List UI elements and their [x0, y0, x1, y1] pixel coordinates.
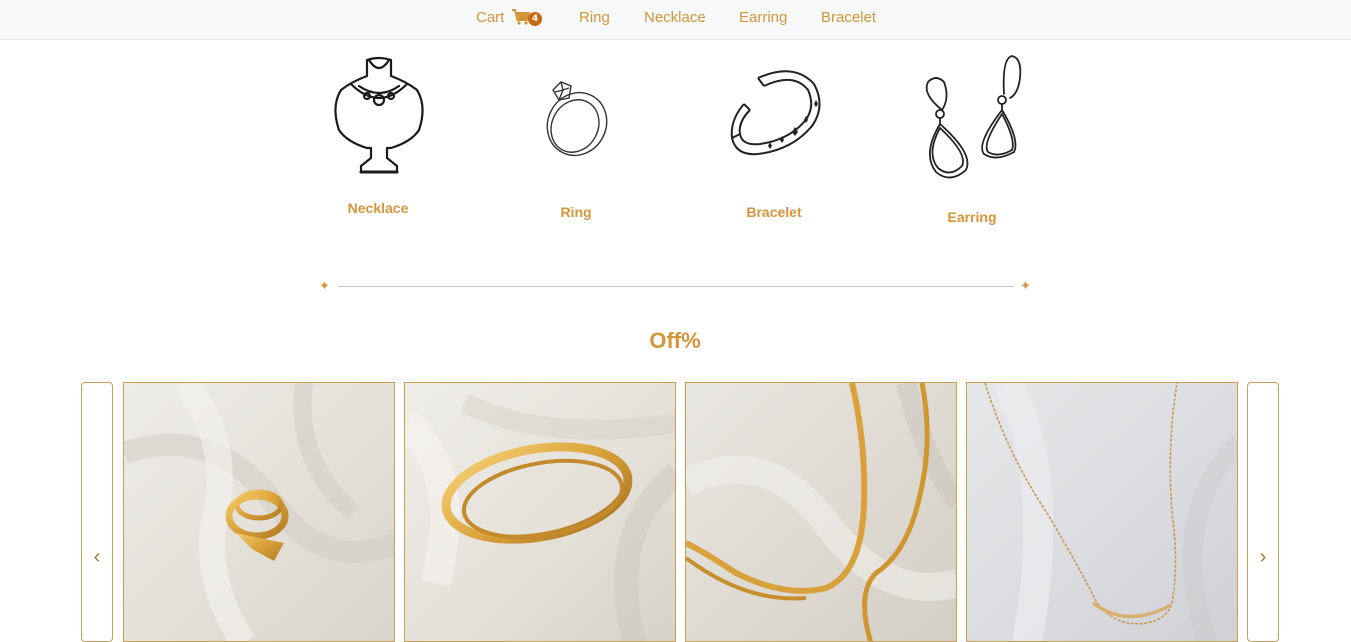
category-necklace-label[interactable]: Necklace — [308, 200, 448, 216]
category-necklace[interactable] — [329, 56, 429, 178]
product-card[interactable] — [685, 382, 957, 642]
carousel-prev-button[interactable]: ‹ — [81, 382, 113, 642]
category-bracelet[interactable] — [728, 66, 824, 160]
discount-section-title: Off% — [649, 328, 701, 353]
ring-icon — [546, 81, 608, 157]
bracelet-icon — [730, 70, 821, 156]
section-divider — [338, 286, 1014, 287]
product-card[interactable] — [966, 382, 1238, 642]
nav-ring-link[interactable]: Ring — [579, 9, 610, 26]
carousel-next-button[interactable]: › — [1247, 382, 1279, 642]
nav-cart-link[interactable]: Cart 4 — [476, 9, 542, 26]
top-navbar: Cart 4 Ring Necklace Earring Bracelet — [0, 0, 1351, 40]
category-earring-label[interactable]: Earring — [902, 209, 1042, 225]
product-card[interactable] — [404, 382, 676, 642]
divider-star-right: ✦ — [1020, 278, 1031, 293]
gold-fine-chain-necklace-photo — [967, 383, 1237, 641]
earrings-icon — [925, 55, 1022, 179]
chevron-left-icon: ‹ — [93, 546, 101, 568]
chevron-right-icon: › — [1259, 546, 1267, 568]
cart-count-badge: 4 — [528, 12, 542, 26]
nav-necklace-link[interactable]: Necklace — [644, 9, 706, 26]
divider-star-left: ✦ — [319, 278, 330, 293]
category-ring[interactable] — [537, 78, 613, 160]
gold-cuff-bracelet-photo — [405, 383, 675, 641]
gold-snake-chain-necklace-photo — [686, 383, 956, 641]
nav-earring-link[interactable]: Earring — [739, 9, 787, 26]
category-earring[interactable] — [920, 54, 1024, 182]
category-bracelet-label[interactable]: Bracelet — [704, 204, 844, 220]
nav-cart-label: Cart — [476, 9, 505, 26]
gold-ring-photo — [124, 383, 394, 641]
product-card[interactable] — [123, 382, 395, 642]
necklace-bust-icon — [334, 56, 424, 174]
category-ring-label[interactable]: Ring — [506, 204, 646, 220]
nav-bracelet-link[interactable]: Bracelet — [821, 9, 876, 26]
